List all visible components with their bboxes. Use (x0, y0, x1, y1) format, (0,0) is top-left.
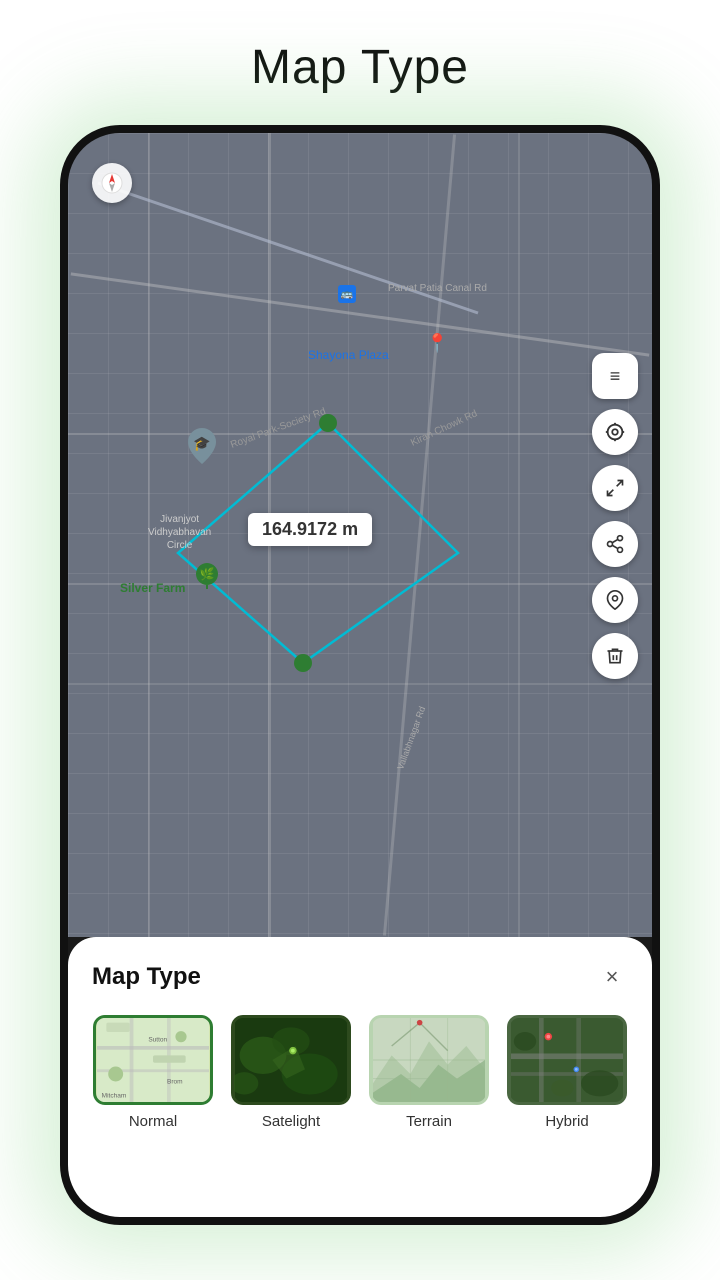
svg-text:Mitcham: Mitcham (102, 1092, 127, 1099)
svg-text:Brom: Brom (167, 1078, 183, 1085)
shayona-plaza-label: Shayona Plaza (308, 348, 389, 362)
delete-icon (605, 646, 625, 666)
page-title: Map Type (251, 40, 469, 95)
expand-button[interactable] (592, 465, 638, 511)
pin-button[interactable] (592, 577, 638, 623)
vesu-pin: 📍 (426, 333, 448, 354)
terrain-thumbnail (369, 1015, 489, 1105)
satelight-label: Satelight (262, 1113, 320, 1130)
close-button[interactable]: × (596, 961, 628, 993)
map-type-normal[interactable]: Mitcham Sutton Brom Normal (93, 1015, 213, 1130)
satelight-thumbnail (231, 1015, 351, 1105)
map-type-sheet: Map Type × Mitcham (68, 937, 652, 1217)
jivanjyot-label: Jivanjyot Vidhyabhavan Circle (148, 513, 211, 552)
phone-frame: 164.9172 m Shayona Plaza Parvat Patia Ca… (60, 125, 660, 1225)
school-pin: 🎓 (188, 428, 216, 469)
parvat-road-label: Parvat Patia Canal Rd (388, 283, 487, 294)
hybrid-label: Hybrid (545, 1113, 588, 1130)
expand-icon (605, 478, 625, 498)
map-type-hybrid[interactable]: Hybrid (507, 1015, 627, 1130)
hybrid-thumbnail (507, 1015, 627, 1105)
pin-icon (605, 590, 625, 610)
map-area[interactable]: 164.9172 m Shayona Plaza Parvat Patia Ca… (68, 133, 652, 937)
menu-icon: ≡ (610, 366, 621, 387)
sheet-title: Map Type (92, 963, 201, 991)
svg-text:🎓: 🎓 (193, 435, 210, 452)
normal-thumbnail: Mitcham Sutton Brom (93, 1015, 213, 1105)
map-type-satelight[interactable]: Satelight (231, 1015, 351, 1130)
map-types-grid: Mitcham Sutton Brom Normal (92, 1015, 628, 1130)
map-type-terrain[interactable]: Terrain (369, 1015, 489, 1130)
terrain-label: Terrain (406, 1113, 452, 1130)
right-toolbar: ≡ (592, 353, 638, 679)
compass[interactable] (92, 163, 132, 203)
normal-label: Normal (129, 1113, 177, 1130)
distance-label: 164.9172 m (248, 513, 372, 546)
silver-farm-pin: 🌿 (196, 563, 218, 594)
silver-farm-label: Silver Farm (120, 581, 185, 595)
menu-button[interactable]: ≡ (592, 353, 638, 399)
share-button[interactable] (592, 521, 638, 567)
delete-button[interactable] (592, 633, 638, 679)
location-button[interactable] (592, 409, 638, 455)
bus-stop-icon: 🚌 (338, 285, 356, 303)
location-icon (604, 421, 626, 443)
svg-text:Sutton: Sutton (148, 1036, 167, 1043)
sheet-header: Map Type × (92, 961, 628, 993)
svg-text:🌿: 🌿 (200, 567, 215, 581)
share-icon (605, 534, 625, 554)
